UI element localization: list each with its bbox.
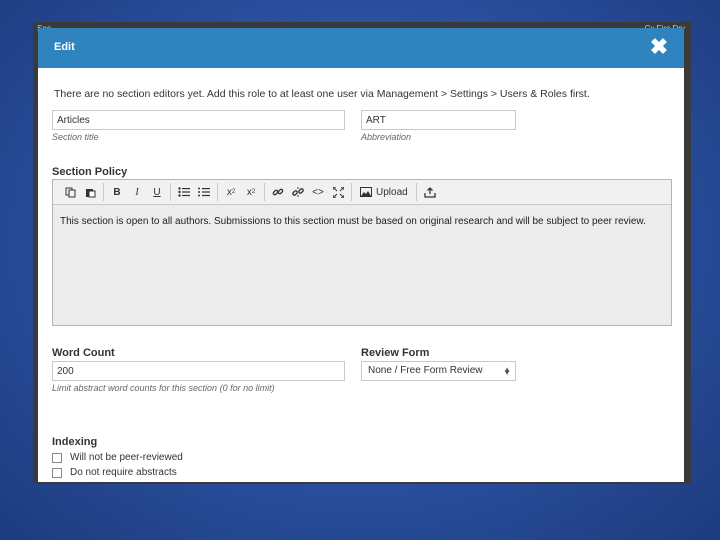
not-peer-reviewed-checkbox[interactable] (52, 452, 62, 463)
link-icon[interactable] (268, 183, 288, 201)
review-form-select[interactable]: None / Free Form Review ▲ ▼ (361, 361, 516, 381)
editor-toolbar: B I U x2 x2 <> Upload (53, 180, 671, 205)
numbered-list-icon[interactable] (194, 183, 214, 201)
abbreviation-help: Abbreviation (361, 132, 412, 142)
unlink-icon[interactable] (288, 183, 308, 201)
image-icon (360, 187, 372, 197)
section-title-input[interactable] (52, 110, 345, 130)
section-editors-notice: There are no section editors yet. Add th… (54, 88, 590, 100)
upload-file-icon[interactable] (420, 183, 440, 201)
review-form-label: Review Form (361, 347, 430, 359)
abbreviation-input[interactable] (361, 110, 516, 130)
upload-label: Upload (376, 186, 408, 198)
bold-icon[interactable]: B (107, 183, 127, 201)
section-policy-editor: B I U x2 x2 <> Upload This section is op… (52, 179, 672, 326)
word-count-help: Limit abstract word counts for this sect… (52, 383, 275, 393)
close-icon[interactable]: ✖ (646, 34, 672, 60)
superscript-icon[interactable]: x2 (221, 183, 241, 201)
modal-header: Edit ✖ (38, 28, 684, 68)
word-count-input[interactable] (52, 361, 345, 381)
underline-icon[interactable]: U (147, 183, 167, 201)
italic-icon[interactable]: I (127, 183, 147, 201)
indexing-label: Indexing (52, 436, 98, 448)
subscript-icon[interactable]: x2 (241, 183, 261, 201)
checkbox-row-no-abstracts: Do not require abstracts (52, 467, 177, 478)
section-policy-content[interactable]: This section is open to all authors. Sub… (53, 205, 671, 238)
fullscreen-icon[interactable] (328, 183, 348, 201)
edit-section-modal: Edit ✖ There are no section editors yet.… (38, 28, 684, 482)
upload-image-button[interactable]: Upload (355, 183, 413, 201)
review-form-selected-value: None / Free Form Review (368, 365, 483, 376)
bullet-list-icon[interactable] (174, 183, 194, 201)
copy-icon[interactable] (60, 183, 80, 201)
checkbox-row-not-peer-reviewed: Will not be peer-reviewed (52, 452, 183, 463)
section-title-help: Section title (52, 132, 99, 142)
not-peer-reviewed-label: Will not be peer-reviewed (70, 452, 183, 463)
no-abstracts-label: Do not require abstracts (70, 467, 177, 478)
no-abstracts-checkbox[interactable] (52, 467, 62, 478)
section-policy-label: Section Policy (52, 166, 128, 178)
code-icon[interactable]: <> (308, 183, 328, 201)
paste-icon[interactable] (80, 183, 100, 201)
word-count-label: Word Count (52, 347, 115, 359)
modal-title: Edit (54, 41, 75, 53)
select-arrows-icon: ▲ ▼ (503, 365, 511, 377)
